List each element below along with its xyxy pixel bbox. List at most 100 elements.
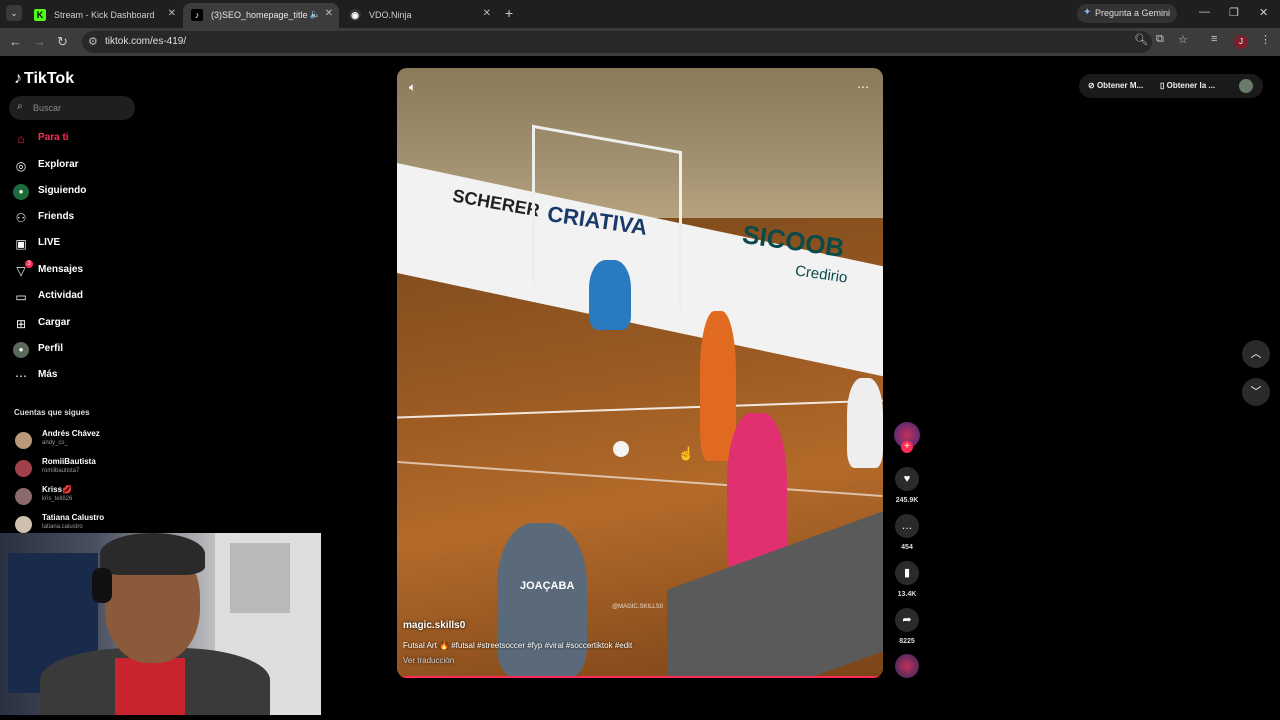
video-description[interactable]: Futsal Art 🔥 #futsal #streetsoccer #fyp … bbox=[403, 641, 823, 650]
nav-friends[interactable]: ⚇ Friends bbox=[13, 208, 143, 228]
site-info-icon[interactable]: ⚙ bbox=[88, 35, 98, 48]
player-orange bbox=[700, 311, 736, 461]
nav-siguiendo[interactable]: ● Siguiendo bbox=[13, 182, 143, 202]
back-icon[interactable]: ← bbox=[9, 34, 22, 49]
phone-icon: ▯ bbox=[1160, 81, 1167, 90]
reload-icon[interactable]: ↻ bbox=[57, 34, 68, 50]
install-app-icon[interactable]: ⧉ bbox=[1156, 33, 1164, 46]
chevron-up-icon: ︿ bbox=[1250, 348, 1262, 360]
webcam-overlay bbox=[0, 533, 321, 715]
nav-para-ti[interactable]: ⌂ Para ti bbox=[13, 129, 143, 149]
new-tab-icon[interactable]: + bbox=[505, 5, 513, 21]
chrome-menu-icon[interactable]: ⋮ bbox=[1260, 33, 1271, 46]
player-white bbox=[847, 378, 883, 468]
account-item[interactable]: Kriss💋 kris_tell826 bbox=[15, 485, 145, 509]
nav-actividad[interactable]: ▭ Actividad bbox=[13, 287, 143, 307]
mouse-cursor-icon: ☝ bbox=[678, 446, 695, 461]
kick-favicon-icon: K bbox=[34, 9, 46, 21]
following-avatar-icon: ● bbox=[13, 184, 29, 200]
zoom-icon[interactable]: 🔍︎ bbox=[1134, 33, 1148, 46]
close-tab-icon[interactable]: ✕ bbox=[168, 8, 176, 19]
avatar bbox=[15, 460, 32, 477]
spectator-shirt-text: JOAÇABA bbox=[520, 580, 575, 592]
nav-mensajes[interactable]: ▽ 3 Mensajes bbox=[13, 260, 143, 281]
restore-icon[interactable]: ❐ bbox=[1229, 6, 1239, 19]
comment-count: 454 bbox=[901, 544, 913, 551]
tab-title: VDO.Ninja bbox=[369, 10, 412, 20]
like-count: 245.9K bbox=[895, 497, 919, 504]
comment-icon: … bbox=[901, 520, 913, 532]
search-icon: ⌕ bbox=[17, 101, 23, 112]
gemini-spark-icon: ✦ bbox=[1083, 7, 1092, 18]
webcam-person-shirt bbox=[115, 658, 185, 715]
save-count: 13.4K bbox=[897, 591, 917, 598]
webcam-shelf bbox=[230, 543, 290, 613]
tiktok-favicon-icon: ♪ bbox=[191, 9, 203, 21]
avatar bbox=[15, 488, 32, 505]
activity-icon: ▭ bbox=[15, 290, 27, 304]
next-video-button[interactable]: ﹀ bbox=[1242, 378, 1270, 406]
live-icon: ▣ bbox=[15, 237, 27, 251]
share-icon: ➦ bbox=[902, 614, 912, 626]
chevron-down-icon: ﹀ bbox=[1250, 386, 1262, 398]
like-button[interactable]: ♥ bbox=[895, 467, 919, 491]
search-input[interactable] bbox=[33, 100, 128, 116]
translate-link[interactable]: Ver traducción bbox=[403, 656, 454, 665]
tiktok-note-icon: ♪ bbox=[14, 70, 22, 87]
gemini-label: Pregunta a Gemini bbox=[1095, 8, 1171, 18]
bookmark-star-icon[interactable]: ☆ bbox=[1178, 33, 1188, 46]
music-disc-icon[interactable] bbox=[895, 654, 919, 678]
search-box[interactable]: ⌕ bbox=[9, 96, 135, 120]
close-tab-icon[interactable]: ✕ bbox=[325, 8, 333, 19]
user-avatar[interactable] bbox=[1239, 79, 1253, 93]
get-app-button[interactable]: ▯ Obtener la ... bbox=[1160, 75, 1215, 97]
tab-tiktok[interactable]: ♪ (3)SEO_homepage_title 🔈 ✕ bbox=[183, 3, 339, 28]
nav-live[interactable]: ▣ LIVE bbox=[13, 234, 143, 254]
share-button[interactable]: ➦ bbox=[895, 608, 919, 632]
webcam-person-beanie bbox=[100, 533, 205, 575]
address-bar: ← → ↻ ⚙ tiktok.com/es-419/ 🔍︎ ⧉ ☆ ≡ ⋮ bbox=[0, 28, 1280, 56]
tab-search-icon[interactable]: ⌄ bbox=[6, 5, 22, 21]
minimize-icon[interactable]: — bbox=[1199, 6, 1210, 18]
forward-icon[interactable]: → bbox=[33, 34, 46, 49]
video-username[interactable]: magic.skills0 bbox=[403, 620, 465, 631]
share-count: 8225 bbox=[899, 638, 915, 645]
vdo-ninja-favicon-icon: ◉ bbox=[349, 9, 361, 21]
tab-vdo-ninja[interactable]: ◉ VDO.Ninja ✕ bbox=[341, 3, 497, 28]
get-coins-button[interactable]: ⊘ Obtener M... bbox=[1088, 75, 1143, 97]
reading-list-icon[interactable]: ≡ bbox=[1211, 33, 1217, 45]
video-progress-bar[interactable] bbox=[397, 676, 883, 678]
gemini-button[interactable]: ✦ Pregunta a Gemini bbox=[1077, 4, 1177, 23]
compass-icon: ◎ bbox=[15, 159, 27, 173]
spectator bbox=[497, 523, 587, 678]
account-item[interactable]: RomiiBautista romiibautista7 bbox=[15, 457, 145, 481]
omnibox[interactable]: ⚙ tiktok.com/es-419/ bbox=[82, 31, 1152, 53]
close-window-icon[interactable]: ✕ bbox=[1259, 6, 1268, 19]
nav-cargar[interactable]: ⊞ Cargar bbox=[13, 314, 143, 334]
previous-video-button[interactable]: ︿ bbox=[1242, 340, 1270, 368]
video-more-icon[interactable]: ⋯ bbox=[857, 80, 869, 94]
account-item[interactable]: Andrés Chávez andy_cs_ bbox=[15, 429, 145, 453]
browser-tab-bar: ⌄ K Stream - Kick Dashboard ✕ ♪ (3)SEO_h… bbox=[0, 0, 1280, 28]
video-watermark: @MAGIC.SKILLS0 bbox=[612, 604, 664, 610]
nav-mas[interactable]: ⋯ Más bbox=[13, 366, 143, 386]
goalkeeper bbox=[589, 260, 631, 330]
follow-plus-icon[interactable]: + bbox=[901, 441, 913, 453]
audio-playing-icon[interactable]: 🔈 bbox=[310, 9, 321, 20]
nav-perfil[interactable]: ● Perfil bbox=[13, 340, 143, 360]
video-player[interactable]: SCHERER CRIATIVA SICOOB Credirio JOAÇABA… bbox=[397, 68, 883, 678]
friends-icon: ⚇ bbox=[15, 211, 27, 225]
webcam-headset bbox=[92, 568, 112, 603]
coin-icon: ⊘ bbox=[1088, 81, 1097, 90]
tab-kick-dashboard[interactable]: K Stream - Kick Dashboard ✕ bbox=[26, 3, 182, 28]
volume-icon[interactable]: 🔈︎ bbox=[409, 80, 416, 95]
tab-title: (3)SEO_homepage_title bbox=[211, 10, 308, 20]
tiktok-logo[interactable]: ♪ TikTok bbox=[14, 70, 74, 88]
close-tab-icon[interactable]: ✕ bbox=[483, 8, 491, 19]
save-button[interactable]: ▮ bbox=[895, 561, 919, 585]
profile-avatar[interactable]: J bbox=[1234, 35, 1248, 49]
url-text[interactable]: tiktok.com/es-419/ bbox=[105, 36, 186, 47]
nav-explorar[interactable]: ◎ Explorar bbox=[13, 156, 143, 176]
tab-title: Stream - Kick Dashboard bbox=[54, 10, 155, 20]
comment-button[interactable]: … bbox=[895, 514, 919, 538]
